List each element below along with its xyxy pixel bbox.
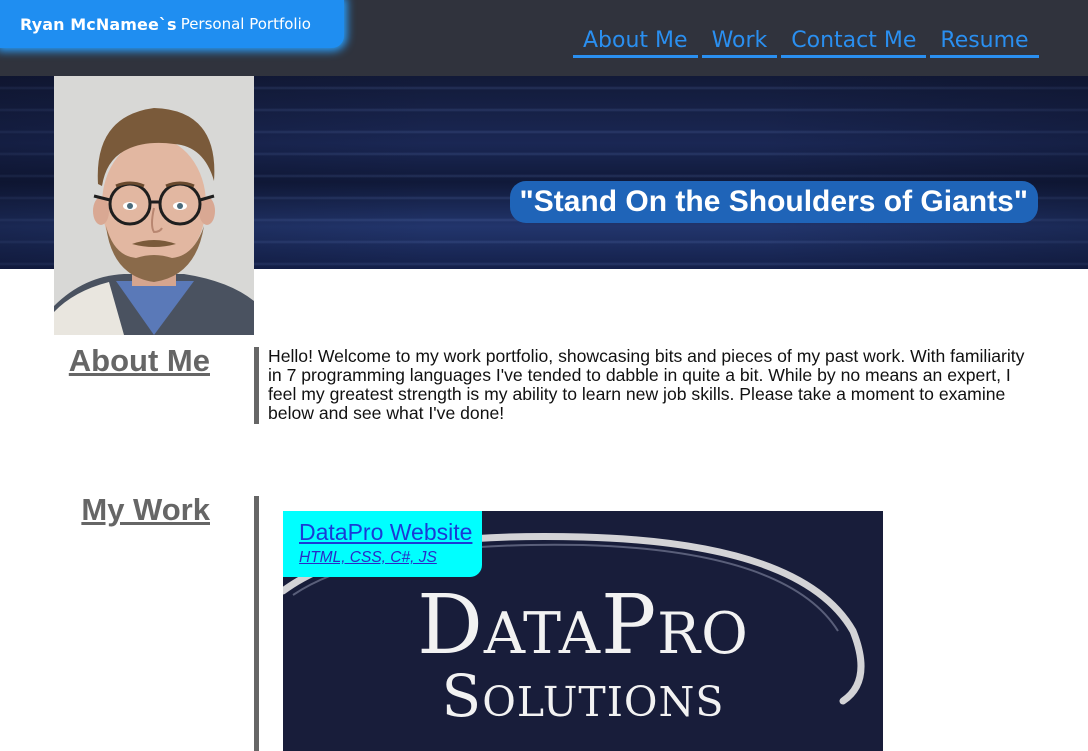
nav-resume[interactable]: Resume (930, 26, 1039, 58)
work-divider (254, 496, 259, 751)
nav-contact-me[interactable]: Contact Me (781, 26, 927, 58)
work-card-label: DataPro Website HTML, CSS, C#, JS (283, 511, 482, 577)
datapro-tech-list: HTML, CSS, C#, JS (299, 549, 437, 566)
profile-portrait-image (54, 76, 254, 335)
datapro-website-link[interactable]: DataPro Website (299, 519, 472, 546)
about-me-heading: About Me (68, 343, 210, 378)
site-brand[interactable]: Ryan McNamee`s Personal Portfolio (0, 0, 344, 48)
brand-subtitle: Personal Portfolio (180, 15, 311, 33)
datapro-logo-title: DataPro (417, 578, 749, 673)
datapro-logo-subtitle: Solutions (441, 662, 725, 730)
my-work-heading: My Work (81, 492, 210, 527)
brand-name: Ryan McNamee`s (20, 14, 177, 34)
hero-quote: "Stand On the Shoulders of Giants" (509, 181, 1038, 223)
nav-about-me[interactable]: About Me (573, 26, 698, 58)
main-nav: About Me Work Contact Me Resume (573, 26, 1043, 58)
nav-work[interactable]: Work (701, 26, 778, 58)
profile-photo (54, 76, 254, 335)
about-me-text: Hello! Welcome to my work portfolio, sho… (268, 346, 1025, 423)
about-divider (254, 347, 259, 424)
